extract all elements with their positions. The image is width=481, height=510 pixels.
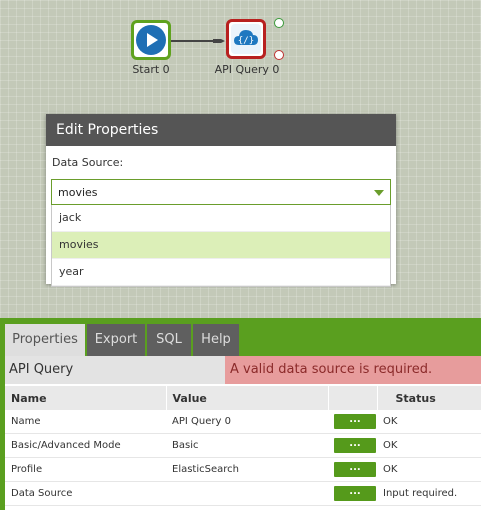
properties-panel: Properties Export SQL Help API Query A v… (0, 318, 481, 510)
tab-sql[interactable]: SQL (147, 324, 191, 356)
row-status: OK (377, 433, 481, 458)
dialog-title: Edit Properties (46, 114, 396, 146)
svg-text:{/}: {/} (238, 36, 254, 46)
table-row: Name API Query 0 ... OK (5, 410, 481, 434)
option-jack[interactable]: jack (52, 205, 390, 232)
tab-export[interactable]: Export (87, 324, 145, 356)
tab-properties[interactable]: Properties (5, 324, 85, 356)
error-banner: A valid data source is required. (225, 356, 481, 384)
start-node-label: Start 0 (132, 63, 170, 76)
panel-title-row: API Query A valid data source is require… (5, 356, 481, 384)
table-header-row: Name Value Status (5, 384, 481, 410)
edit-button[interactable]: ... (334, 486, 376, 501)
edit-button[interactable]: ... (334, 462, 376, 477)
api-query-node[interactable]: {/} (226, 19, 266, 59)
success-port[interactable] (274, 18, 284, 28)
row-status: OK (377, 457, 481, 482)
panel-title: API Query (9, 362, 74, 377)
api-query-node-label: API Query 0 (214, 63, 280, 76)
row-value: Basic (166, 433, 328, 458)
play-icon (136, 25, 166, 55)
option-movies[interactable]: movies (52, 232, 390, 259)
column-header-value: Value (166, 384, 329, 410)
row-value: API Query 0 (166, 410, 328, 434)
column-header-name: Name (5, 384, 167, 410)
edit-properties-dialog: Edit Properties Data Source: movies jack… (46, 114, 396, 287)
option-year[interactable]: year (52, 259, 390, 286)
row-name: Profile (5, 457, 166, 482)
edit-button[interactable]: ... (334, 438, 376, 453)
table-row: Data Source ... Input required. (5, 481, 481, 506)
chevron-down-icon[interactable] (374, 190, 384, 196)
row-status: Input required. (377, 481, 481, 506)
row-status: OK (377, 410, 481, 434)
edit-button[interactable]: ... (334, 414, 376, 429)
column-header-status: Status (377, 384, 481, 410)
tab-help[interactable]: Help (193, 324, 239, 356)
row-name: Name (5, 410, 166, 434)
node-connector (171, 39, 225, 43)
error-port[interactable] (274, 50, 284, 60)
table-row: Basic/Advanced Mode Basic ... OK (5, 433, 481, 458)
data-source-select[interactable]: movies (51, 179, 391, 205)
cloud-api-icon: {/} (231, 24, 261, 54)
panel-body: API Query A valid data source is require… (5, 356, 481, 510)
row-value (166, 481, 328, 506)
column-header-edit (328, 384, 378, 410)
row-name: Basic/Advanced Mode (5, 433, 166, 458)
table-row: Profile ElasticSearch ... OK (5, 457, 481, 482)
properties-table: Name Value Status Name API Query 0 ... O… (5, 384, 481, 506)
row-value: ElasticSearch (166, 457, 328, 482)
start-node[interactable] (131, 20, 171, 60)
data-source-label: Data Source: (52, 156, 124, 169)
data-source-options: jack movies year (51, 205, 391, 287)
data-source-selected-value: movies (58, 186, 98, 199)
row-name: Data Source (5, 481, 166, 506)
